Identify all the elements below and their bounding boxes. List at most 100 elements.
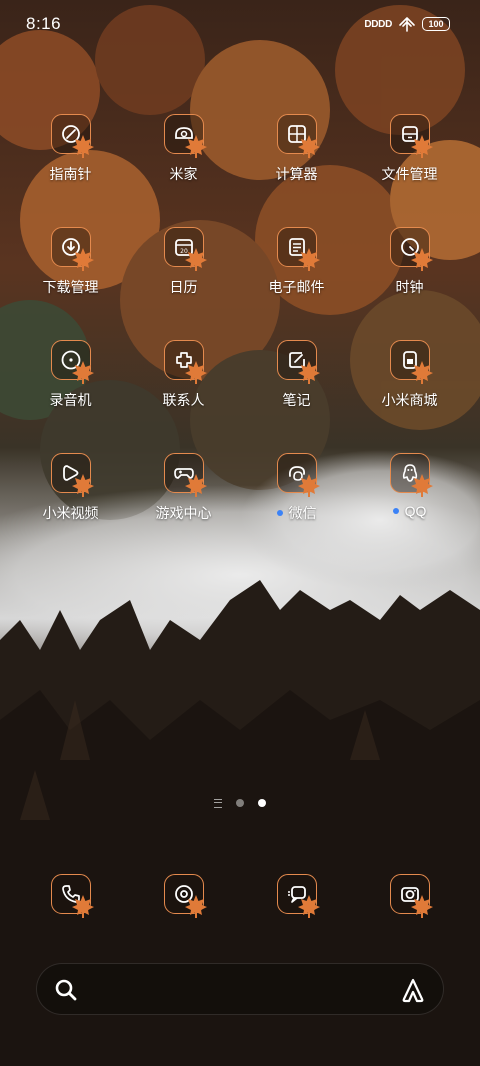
assistant-icon[interactable] [399, 976, 427, 1004]
maple-leaf-icon [297, 135, 320, 158]
app-label-text: 小米视频 [42, 505, 99, 521]
maple-leaf-icon [71, 895, 94, 918]
app-wechat[interactable]: 微信 [240, 453, 353, 523]
search-bar[interactable] [36, 963, 444, 1015]
maple-leaf-icon [184, 248, 207, 271]
app-mi-store[interactable]: 小米商城 [353, 340, 466, 410]
app-icon-frame[interactable] [50, 227, 94, 271]
app-email[interactable]: 电子邮件 [240, 227, 353, 297]
app-label-text: 下载管理 [42, 279, 99, 295]
app-label-text: 微信 [288, 505, 317, 521]
page-dot-2[interactable] [258, 799, 266, 807]
maple-leaf-icon [410, 361, 433, 384]
maple-leaf-icon [184, 135, 207, 158]
app-icon-frame[interactable] [163, 453, 207, 497]
app-label-text: QQ [404, 503, 427, 519]
app-icon-frame[interactable] [276, 453, 320, 497]
dock-messages[interactable] [240, 874, 353, 918]
app-label-text: 米家 [169, 166, 198, 182]
maple-leaf-icon [184, 361, 207, 384]
app-contacts[interactable]: 联系人 [127, 340, 240, 410]
app-label: 笔记 [240, 390, 353, 410]
app-label: 下载管理 [14, 277, 127, 297]
app-label-text: 计算器 [275, 166, 318, 182]
app-mijia[interactable]: 米家 [127, 114, 240, 184]
app-label: 计算器 [240, 164, 353, 184]
signal-icon: DDDD [364, 18, 392, 30]
app-file-manager[interactable]: 文件管理 [353, 114, 466, 184]
app-label: 小米视频 [14, 503, 127, 523]
app-icon-frame[interactable] [163, 340, 207, 384]
list-view-icon[interactable] [214, 798, 222, 808]
app-icon-frame[interactable] [50, 453, 94, 497]
wifi-icon [399, 17, 415, 32]
maple-leaf-icon [184, 474, 207, 497]
maple-leaf-icon [410, 474, 433, 497]
dock-camera[interactable] [353, 874, 466, 918]
app-notes[interactable]: 笔记 [240, 340, 353, 410]
app-label-text: 录音机 [49, 392, 92, 408]
app-icon-frame[interactable] [163, 874, 207, 918]
app-recorder[interactable]: 录音机 [14, 340, 127, 410]
maple-leaf-icon [71, 474, 94, 497]
app-mi-video[interactable]: 小米视频 [14, 453, 127, 523]
maple-leaf-icon [297, 248, 320, 271]
app-label-text: 指南针 [49, 166, 92, 182]
maple-leaf-icon [71, 248, 94, 271]
app-label: 日历 [127, 277, 240, 297]
app-icon-frame[interactable] [50, 340, 94, 384]
app-label-text: 日历 [169, 279, 198, 295]
app-label: 录音机 [14, 390, 127, 410]
app-label: 微信 [240, 503, 353, 523]
app-label: 时钟 [353, 277, 466, 297]
app-label: 联系人 [127, 390, 240, 410]
dock-browser[interactable] [127, 874, 240, 918]
app-icon-frame[interactable] [389, 227, 433, 271]
maple-leaf-icon [184, 895, 207, 918]
maple-leaf-icon [71, 361, 94, 384]
app-icon-frame[interactable] [276, 114, 320, 158]
app-icon-frame[interactable] [163, 114, 207, 158]
app-icon-frame[interactable] [276, 340, 320, 384]
app-qq[interactable]: QQ [353, 453, 466, 519]
page-dot-1[interactable] [236, 799, 244, 807]
app-label: 电子邮件 [240, 277, 353, 297]
search-icon[interactable] [53, 977, 79, 1003]
app-label: 文件管理 [353, 164, 466, 184]
app-icon-frame[interactable] [389, 874, 433, 918]
app-label-text: 小米商城 [381, 392, 438, 408]
app-label: 游戏中心 [127, 503, 240, 523]
app-label-text: 游戏中心 [155, 505, 212, 521]
app-label-text: 时钟 [395, 279, 424, 295]
maple-leaf-icon [410, 248, 433, 271]
app-icon-frame[interactable] [389, 340, 433, 384]
dock-phone[interactable] [14, 874, 127, 918]
app-icon-frame[interactable] [50, 874, 94, 918]
app-icon-frame[interactable] [389, 114, 433, 158]
app-game-center[interactable]: 游戏中心 [127, 453, 240, 523]
app-clock[interactable]: 时钟 [353, 227, 466, 297]
app-label: QQ [353, 503, 466, 519]
app-icon-frame[interactable] [276, 874, 320, 918]
app-label: 指南针 [14, 164, 127, 184]
app-calculator[interactable]: 计算器 [240, 114, 353, 184]
app-label-text: 文件管理 [381, 166, 438, 182]
maple-leaf-icon [297, 895, 320, 918]
app-download[interactable]: 下载管理 [14, 227, 127, 297]
app-icon-frame[interactable] [276, 227, 320, 271]
app-calendar[interactable]: 20 日历 [127, 227, 240, 297]
maple-leaf-icon [410, 895, 433, 918]
app-label-text: 联系人 [162, 392, 205, 408]
status-icons: DDDD 100 [364, 14, 450, 34]
app-icon-frame[interactable]: 20 [163, 227, 207, 271]
app-icon-frame[interactable] [389, 453, 433, 497]
new-badge-dot [276, 510, 283, 516]
maple-leaf-icon [297, 361, 320, 384]
app-label-text: 电子邮件 [268, 279, 325, 295]
maple-leaf-icon [297, 474, 320, 497]
app-compass[interactable]: 指南针 [14, 114, 127, 184]
maple-leaf-icon [410, 135, 433, 158]
new-badge-dot [392, 508, 399, 514]
app-icon-frame[interactable] [50, 114, 94, 158]
app-label: 小米商城 [353, 390, 466, 410]
